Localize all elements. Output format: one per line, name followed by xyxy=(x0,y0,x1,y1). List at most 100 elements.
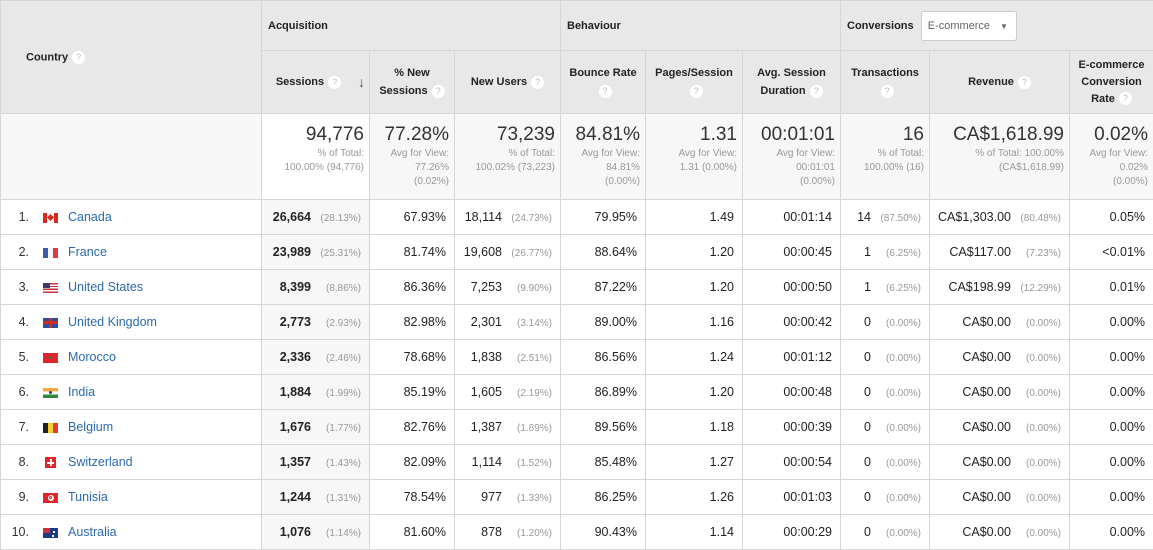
transactions-value: 0 xyxy=(864,315,871,329)
revenue-value: CA$0.00 xyxy=(962,455,1011,469)
avg-session-duration-cell: 00:00:45 xyxy=(742,234,841,270)
help-icon[interactable]: ? xyxy=(689,84,703,98)
total-value: 94,776 xyxy=(305,124,364,145)
conversions-group-header: Conversions E-commerce ▼ xyxy=(839,0,1153,51)
country-report-table: Country? Acquisition Behaviour Conversio… xyxy=(0,0,1153,550)
acquisition-group-header: Acquisition xyxy=(261,0,561,51)
ecommerce-conversion-rate-column-header[interactable]: E-commerce Conversion Rate? xyxy=(1068,50,1153,114)
sessions-pct: (1.14%) xyxy=(325,528,361,539)
avg-session-duration-column-header[interactable]: Avg. Session Duration? xyxy=(742,50,841,114)
transactions-cell: 14 (87.50%) xyxy=(840,199,930,235)
help-icon[interactable]: ? xyxy=(1017,75,1031,89)
new-users-cell: 19,608 (26.77%) xyxy=(454,234,561,270)
help-icon[interactable]: ? xyxy=(1118,92,1132,106)
country-link[interactable]: United States xyxy=(68,280,143,294)
revenue-cell: CA$0.00 (0.00%) xyxy=(929,444,1070,480)
conversions-label: Conversions xyxy=(847,19,914,32)
new-users-cell: 977 (1.33%) xyxy=(454,479,561,515)
help-icon[interactable]: ? xyxy=(880,84,894,98)
country-column-header[interactable]: Country? xyxy=(0,0,262,114)
country-cell: 2. France xyxy=(0,234,262,270)
revenue-column-header[interactable]: Revenue? xyxy=(929,50,1070,114)
conversions-type-dropdown[interactable]: E-commerce ▼ xyxy=(920,10,1017,41)
table-row: 3. United States 8,399 (8.86%) 86.36% 7,25… xyxy=(0,269,1153,305)
table-row: 1. Canada 26,664 (28.13%) 67.93% 18,114 (24… xyxy=(0,199,1153,235)
belgium-flag-icon xyxy=(43,422,58,433)
country-link[interactable]: Australia xyxy=(68,525,117,539)
bounce-rate-cell: 86.89% xyxy=(560,374,646,410)
new-users-value: 1,387 xyxy=(470,420,502,434)
help-icon[interactable]: ? xyxy=(72,50,86,64)
transactions-value: 0 xyxy=(864,455,871,469)
sessions-cell: 2,773 (2.93%) xyxy=(261,304,370,340)
morocco-flag-icon xyxy=(43,352,58,363)
pct-new-sessions-cell: 81.74% xyxy=(369,234,455,270)
pct-new-sessions-column-header[interactable]: % New Sessions? xyxy=(369,50,455,114)
country-link[interactable]: Switzerland xyxy=(68,455,133,469)
country-link[interactable]: Canada xyxy=(68,210,112,224)
ecommerce-conversion-rate-cell: 0.00% xyxy=(1068,444,1153,480)
sessions-cell: 23,989 (25.31%) xyxy=(261,234,370,270)
country-link[interactable]: Morocco xyxy=(68,350,116,364)
australia-flag-icon xyxy=(43,527,58,538)
sessions-pct: (1.99%) xyxy=(325,388,361,399)
revenue-pct: (0.00%) xyxy=(1025,388,1061,399)
total-sub: 00:01:01 xyxy=(796,162,835,173)
transactions-value: 0 xyxy=(864,385,871,399)
revenue-cell: CA$0.00 (0.00%) xyxy=(929,479,1070,515)
switzerland-flag-icon xyxy=(45,457,56,469)
pct-new-sessions-cell: 82.76% xyxy=(369,409,455,445)
country-link[interactable]: Belgium xyxy=(68,420,113,434)
bounce-rate-column-header[interactable]: Bounce Rate? xyxy=(560,50,646,114)
total-sub: % of Total: xyxy=(877,148,924,159)
country-cell: 3. United States xyxy=(0,269,262,305)
help-icon[interactable]: ? xyxy=(431,84,445,98)
sessions-pct: (2.93%) xyxy=(325,318,361,329)
revenue-value: CA$0.00 xyxy=(962,350,1011,364)
country-link[interactable]: United Kingdom xyxy=(68,315,157,329)
new-users-column-header[interactable]: New Users? xyxy=(454,50,561,114)
total-ecommerce-conversion-rate: 0.02% Avg for View: 0.02% (0.00%) xyxy=(1068,113,1153,200)
help-icon[interactable]: ? xyxy=(598,84,612,98)
help-icon[interactable]: ? xyxy=(531,75,545,89)
revenue-header-label: Revenue xyxy=(968,76,1014,88)
avg-session-duration-cell: 00:00:48 xyxy=(742,374,841,410)
sessions-column-header[interactable]: Sessions? ↓ xyxy=(261,50,370,114)
country-link[interactable]: France xyxy=(68,245,107,259)
country-header-label: Country xyxy=(26,50,69,63)
transactions-pct: (0.00%) xyxy=(885,318,921,329)
transactions-value: 0 xyxy=(864,420,871,434)
new-users-pct: (3.14%) xyxy=(516,318,552,329)
help-icon[interactable]: ? xyxy=(809,84,823,98)
transactions-pct: (0.00%) xyxy=(885,423,921,434)
country-link[interactable]: Tunisia xyxy=(68,490,108,504)
revenue-pct: (0.00%) xyxy=(1025,423,1061,434)
pct-new-sessions-cell: 78.54% xyxy=(369,479,455,515)
total-sub: % of Total: xyxy=(317,148,364,159)
sessions-cell: 2,336 (2.46%) xyxy=(261,339,370,375)
new-users-value: 977 xyxy=(481,490,502,504)
revenue-pct: (0.00%) xyxy=(1025,318,1061,329)
help-icon[interactable]: ? xyxy=(328,75,342,89)
transactions-pct: (87.50%) xyxy=(880,213,921,224)
transactions-cell: 0 (0.00%) xyxy=(840,374,930,410)
new-users-cell: 18,114 (24.73%) xyxy=(454,199,561,235)
table-row: 4. United Kingdom 2,773 (2.93%) 82.98% 2,3… xyxy=(0,304,1153,340)
sort-descending-icon[interactable]: ↓ xyxy=(358,73,365,91)
country-link[interactable]: India xyxy=(68,385,95,399)
transactions-pct: (0.00%) xyxy=(885,388,921,399)
revenue-cell: CA$0.00 (0.00%) xyxy=(929,374,1070,410)
avg-session-duration-cell: 00:00:29 xyxy=(742,514,841,550)
transactions-cell: 0 (0.00%) xyxy=(840,339,930,375)
sessions-value: 26,664 xyxy=(272,210,311,224)
transactions-value: 0 xyxy=(864,525,871,539)
ecommerce-conversion-rate-cell: 0.00% xyxy=(1068,409,1153,445)
table-row: 7. Belgium 1,676 (1.77%) 82.76% 1,387 (1.89… xyxy=(0,409,1153,445)
transactions-cell: 0 (0.00%) xyxy=(840,409,930,445)
transactions-column-header[interactable]: Transactions? xyxy=(840,50,930,114)
bounce-rate-cell: 89.00% xyxy=(560,304,646,340)
sessions-pct: (28.13%) xyxy=(320,213,361,224)
pages-session-column-header[interactable]: Pages/Session? xyxy=(645,50,743,114)
sessions-value: 8,399 xyxy=(279,280,311,294)
pages-session-cell: 1.20 xyxy=(645,234,743,270)
